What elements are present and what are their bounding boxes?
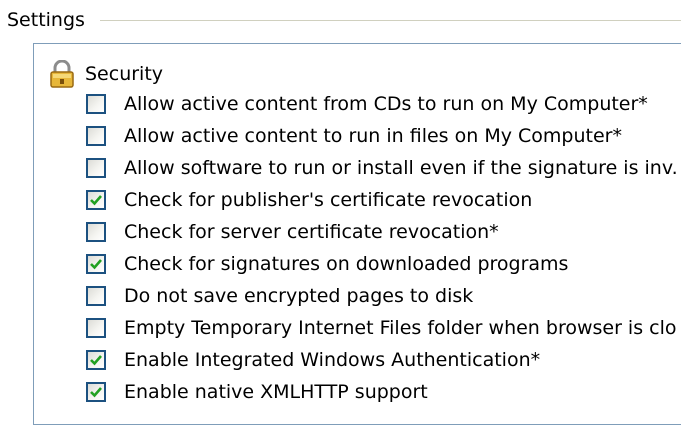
checkbox-checked[interactable] [86,382,106,402]
setting-label: Check for signatures on downloaded progr… [124,253,569,275]
checkbox-checked[interactable] [86,254,106,274]
checkbox[interactable] [86,158,106,178]
setting-row[interactable]: Empty Temporary Internet Files folder wh… [86,313,677,343]
setting-label: Check for publisher's certificate revoca… [124,189,533,211]
checkbox[interactable] [86,126,106,146]
section-title: Security [85,63,164,85]
setting-label: Allow active content from CDs to run on … [124,93,648,115]
security-section-header: Security [47,59,164,88]
checkmark-icon [90,259,102,270]
lock-icon [47,59,77,88]
checkmark-icon [90,387,102,398]
setting-label: Enable Integrated Windows Authentication… [124,349,541,371]
settings-list[interactable]: Security Allow active content from CDs t… [33,43,681,425]
setting-row[interactable]: Enable Integrated Windows Authentication… [86,345,540,375]
setting-label: Check for server certificate revocation* [124,221,499,243]
setting-row[interactable]: Allow active content to run in files on … [86,121,622,151]
checkbox[interactable] [86,318,106,338]
group-divider [100,20,681,21]
checkbox[interactable] [86,94,106,114]
checkbox-checked[interactable] [86,190,106,210]
setting-label: Allow active content to run in files on … [124,125,622,147]
setting-row[interactable]: Do not save encrypted pages to disk [86,281,473,311]
setting-row[interactable]: Check for signatures on downloaded progr… [86,249,568,279]
checkmark-icon [90,195,102,206]
setting-label: Empty Temporary Internet Files folder wh… [124,317,677,339]
setting-row[interactable]: Check for publisher's certificate revoca… [86,185,532,215]
setting-row[interactable]: Check for server certificate revocation* [86,217,499,247]
setting-row[interactable]: Allow active content from CDs to run on … [86,89,648,119]
setting-row[interactable]: Allow software to run or install even if… [86,153,678,183]
checkbox-checked[interactable] [86,350,106,370]
checkbox[interactable] [86,222,106,242]
checkmark-icon [90,355,102,366]
settings-group-label: Settings [7,7,93,33]
setting-label: Do not save encrypted pages to disk [124,285,474,307]
setting-label: Allow software to run or install even if… [124,157,678,179]
checkbox[interactable] [86,286,106,306]
